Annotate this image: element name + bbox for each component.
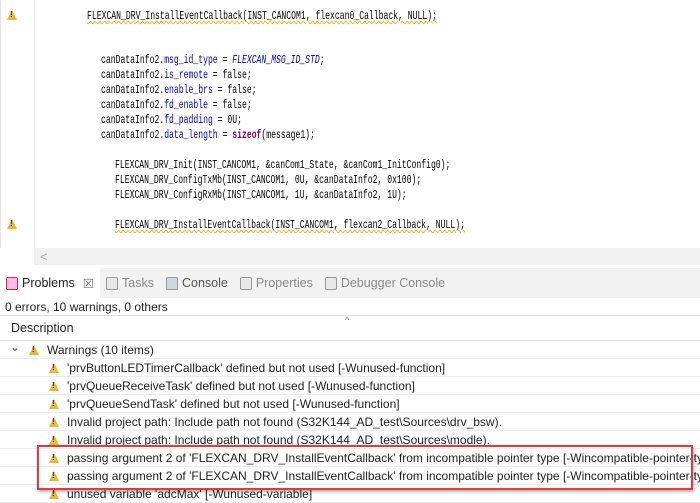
code-text: = false; — [207, 98, 252, 112]
problem-description: Invalid project path: Include path not f… — [67, 415, 502, 429]
tasks-icon — [106, 276, 119, 290]
code-field: fd_padding — [164, 113, 213, 127]
code-text: = false; — [212, 83, 257, 97]
warning-icon — [49, 417, 59, 427]
code-line[interactable]: FLEXCAN_DRV_InstallEventCallback(INST_CA… — [115, 218, 465, 233]
warnings-group[interactable]: ⌄ Warnings (10 items) — [0, 341, 700, 359]
code-keyword: sizeof — [232, 128, 262, 142]
problems-icon — [6, 276, 18, 290]
sort-caret-icon: ^ — [345, 315, 350, 325]
list-item[interactable]: 'prvButtonLEDTimerCallback' defined but … — [0, 359, 700, 377]
code-object: canDataInfo2. — [101, 98, 165, 112]
code-text: = — [217, 128, 233, 142]
problem-description: 'prvQueueReceiveTask' defined but not us… — [67, 379, 415, 393]
tab-label: Console — [181, 276, 228, 290]
code-object: canDataInfo2. — [101, 53, 165, 67]
warning-icon — [49, 363, 59, 373]
column-label: Description — [11, 321, 74, 335]
problem-description: 'prvQueueSendTask' defined but not used … — [67, 397, 400, 411]
code-line[interactable]: canDataInfo2.is_remote = false; — [101, 68, 252, 83]
tab-label: Problems — [22, 276, 75, 290]
highlight-box — [37, 445, 693, 490]
tab-label: Tasks — [122, 276, 154, 290]
code-text: ; — [319, 53, 325, 67]
list-item[interactable]: Invalid project path: Include path not f… — [0, 413, 700, 431]
warning-icon — [29, 345, 39, 355]
code-line[interactable]: canDataInfo2.data_length = sizeof(messag… — [101, 128, 315, 143]
code-line[interactable]: FLEXCAN_DRV_ConfigRxMb(INST_CANCOM1, 1U,… — [115, 188, 407, 203]
code-object: canDataInfo2. — [101, 128, 165, 142]
column-header-description[interactable]: Description ^ — [0, 315, 700, 341]
code-line[interactable]: canDataInfo2.enable_brs = false; — [101, 83, 257, 98]
tab-debugger-console[interactable]: Debugger Console — [319, 268, 451, 298]
warning-icon[interactable] — [7, 219, 17, 229]
code-line[interactable]: canDataInfo2.fd_padding = 0U; — [101, 113, 242, 128]
view-tabs: Problems ☒ Tasks Console Properties Debug… — [0, 268, 700, 298]
code-line[interactable]: FLEXCAN_DRV_ConfigTxMb(INST_CANCOM1, 0U,… — [115, 173, 421, 188]
code-line[interactable]: canDataInfo2.fd_enable = false; — [101, 98, 252, 113]
code-field: is_remote — [164, 68, 208, 82]
code-object: canDataInfo2. — [101, 113, 165, 127]
code-editor[interactable]: FLEXCAN_DRV_InstallEventCallback(INST_CA… — [0, 0, 700, 248]
horizontal-scrollbar[interactable]: < — [34, 248, 700, 265]
warning-icon — [49, 435, 59, 445]
code-object: canDataInfo2. — [101, 68, 165, 82]
debugger-console-icon — [324, 276, 337, 290]
group-label: Warnings (10 items) — [47, 343, 154, 357]
code-line[interactable]: FLEXCAN_DRV_Init(INST_CANCOM1, &canCom1_… — [115, 158, 450, 173]
code-text: = — [217, 53, 233, 67]
properties-icon — [239, 276, 252, 290]
tab-properties[interactable]: Properties — [234, 268, 319, 298]
warning-icon — [49, 399, 59, 409]
code-field: data_length — [164, 128, 218, 142]
tab-label: Properties — [255, 276, 313, 290]
warning-icon[interactable] — [7, 10, 17, 20]
list-item[interactable]: 'prvQueueSendTask' defined but not used … — [0, 395, 700, 413]
scroll-left-button[interactable]: < — [40, 249, 48, 264]
list-item[interactable]: 'prvQueueReceiveTask' defined but not us… — [0, 377, 700, 395]
warning-icon — [49, 489, 59, 499]
code-field: msg_id_type — [164, 53, 218, 67]
code-text: = 0U; — [212, 113, 242, 127]
tab-tasks[interactable]: Tasks — [100, 268, 160, 298]
code-text: = false; — [207, 68, 252, 82]
code-constant: FLEXCAN_MSG_ID_STD — [232, 53, 320, 67]
tab-label: Debugger Console — [340, 276, 446, 290]
console-icon — [165, 276, 178, 290]
editor-gutter — [1, 0, 35, 248]
code-object: canDataInfo2. — [101, 83, 165, 97]
code-field: enable_brs — [164, 83, 213, 97]
code-field: fd_enable — [164, 98, 208, 112]
tab-console[interactable]: Console — [160, 268, 234, 298]
code-line[interactable]: FLEXCAN_DRV_InstallEventCallback(INST_CA… — [87, 9, 437, 24]
warning-icon — [49, 381, 59, 391]
close-icon[interactable]: ☒ — [83, 276, 94, 291]
chevron-down-icon[interactable]: ⌄ — [10, 341, 20, 356]
code-text: (message1); — [261, 128, 315, 142]
code-line[interactable]: canDataInfo2.msg_id_type = FLEXCAN_MSG_I… — [101, 53, 325, 68]
tab-problems[interactable]: Problems ☒ — [0, 268, 101, 298]
problems-summary: 0 errors, 10 warnings, 0 others — [5, 300, 168, 314]
problem-description: 'prvButtonLEDTimerCallback' defined but … — [67, 361, 446, 375]
